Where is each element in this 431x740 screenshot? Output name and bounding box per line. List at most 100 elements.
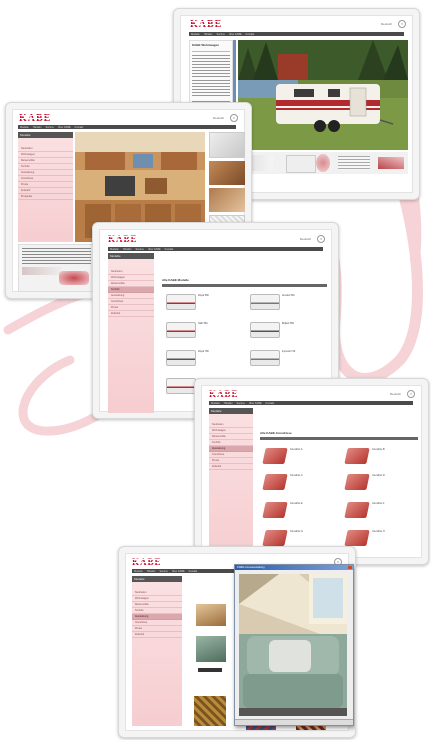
floorplan-label[interactable]: Grundriss H xyxy=(372,530,394,533)
nav-item[interactable]: Kontakt xyxy=(189,570,197,574)
nav-item[interactable]: Über KABE xyxy=(148,248,161,252)
close-icon[interactable]: × xyxy=(230,114,238,122)
nav-item[interactable]: Kontakt xyxy=(165,248,173,252)
floorplan-thumbnail[interactable] xyxy=(344,530,370,546)
caravan-thumbnail[interactable] xyxy=(166,350,196,366)
thumbnail-strip xyxy=(238,152,408,174)
nav-item[interactable]: Über KABE xyxy=(249,402,262,406)
top-nav: Modelle Händler Service Über KABE Kontakt xyxy=(18,125,236,129)
thumbnail[interactable] xyxy=(209,161,245,185)
model-label[interactable]: Ametist 540 xyxy=(282,294,304,297)
nav-item[interactable]: Händler xyxy=(123,248,132,252)
footer-promo xyxy=(18,244,95,292)
model-label[interactable]: Imperial 740 xyxy=(282,350,304,353)
floorplan-label[interactable]: Grundriss C xyxy=(290,474,312,477)
close-icon[interactable]: × xyxy=(398,20,406,28)
caravan-thumbnail[interactable] xyxy=(250,294,280,310)
thumbnail[interactable] xyxy=(338,156,370,170)
sidebar-item[interactable]: Zubehör xyxy=(132,632,182,638)
nav-item[interactable]: Über KABE xyxy=(229,33,242,37)
sidebar: Modelle Neuheiten Wohnwagen Reisemobile … xyxy=(18,132,73,242)
nav-item[interactable]: Kontakt xyxy=(266,402,274,406)
nav-item[interactable]: Modelle xyxy=(211,402,220,406)
brand-logo: KABE xyxy=(190,19,223,30)
caravan-thumbnail[interactable] xyxy=(166,322,196,338)
thumbnail[interactable] xyxy=(209,132,245,158)
nav-item[interactable]: Modelle xyxy=(110,248,119,252)
model-label[interactable]: Royal 780 xyxy=(198,350,220,353)
section-divider xyxy=(260,437,418,440)
language-switch[interactable]: Deutsch xyxy=(300,237,311,241)
fabric-thumbnail[interactable] xyxy=(194,696,226,726)
nav-item[interactable]: Service xyxy=(160,570,168,574)
sidebar-item[interactable]: Zubehör xyxy=(108,311,154,317)
thumbnail[interactable] xyxy=(316,154,330,172)
floorplan-label[interactable]: Grundriss D xyxy=(372,474,394,477)
brand-logo: KABE xyxy=(108,234,138,244)
sidebar: Modelle Neuheiten Wohnwagen Reisemobile … xyxy=(108,253,154,413)
top-nav: Modelle Händler Service Über KABE Kontakt xyxy=(209,401,413,405)
caravan-thumbnail[interactable] xyxy=(166,378,196,394)
page-frame: KABE × Modelle Händler Service Über KABE Kon… xyxy=(125,553,354,731)
floorplan-thumbnail[interactable] xyxy=(344,502,370,518)
page-frame: KABE Deutsch × Modelle Händler Service Über… xyxy=(201,385,422,558)
thumbnail[interactable] xyxy=(378,157,404,169)
nav-item[interactable]: Kontakt xyxy=(246,33,254,37)
sidebar-item[interactable]: Prospekte xyxy=(18,194,73,200)
nav-item[interactable]: Service xyxy=(237,402,245,406)
floorplan-thumbnail[interactable] xyxy=(344,474,370,490)
fabric-thumbnail[interactable] xyxy=(196,636,226,662)
nav-item[interactable]: Händler xyxy=(33,126,42,130)
section-title: Alle KABE Grundrisse xyxy=(260,431,292,435)
brand-logo: KABE xyxy=(209,389,239,399)
caravan-exterior-photo xyxy=(238,40,408,150)
language-switch[interactable]: Deutsch xyxy=(213,116,224,120)
floorplan-thumbnail[interactable] xyxy=(262,502,288,518)
close-icon[interactable]: × xyxy=(407,390,415,398)
language-switch[interactable]: Deutsch xyxy=(390,392,401,396)
floorplan-thumbnail[interactable] xyxy=(262,530,288,546)
model-label[interactable]: Safir 560 xyxy=(198,322,220,325)
fabric-thumbnail[interactable] xyxy=(198,668,222,672)
sidebar: Modelle Neuheiten Wohnwagen Reisemobile … xyxy=(132,576,182,726)
floorplan-label[interactable]: Grundriss G xyxy=(290,530,312,533)
thumbnail[interactable] xyxy=(209,188,245,212)
sidebar: Modelle Neuheiten Wohnwagen Reisemobile … xyxy=(209,408,253,558)
floorplan-thumbnail[interactable] xyxy=(262,448,288,464)
screenshot-upholstery: KABE × Modelle Händler Service Über KABE Kon… xyxy=(118,546,356,738)
nav-item[interactable]: Modelle xyxy=(20,126,29,130)
nav-item[interactable]: Händler xyxy=(204,33,213,37)
nav-item[interactable]: Service xyxy=(217,33,225,37)
nav-item[interactable]: Service xyxy=(136,248,144,252)
floorplan-thumbnail[interactable] xyxy=(262,474,288,490)
nav-item[interactable]: Händler xyxy=(147,570,156,574)
nav-item[interactable]: Händler xyxy=(224,402,233,406)
screenshot-floorplans: KABE Deutsch × Modelle Händler Service Über… xyxy=(194,378,429,565)
model-label[interactable]: Royal 560 xyxy=(198,294,220,297)
nav-item[interactable]: Kontakt xyxy=(75,126,83,130)
floorplan-label[interactable]: Grundriss B xyxy=(372,448,394,451)
caravan-thumbnail[interactable] xyxy=(166,294,196,310)
nav-item[interactable]: Service xyxy=(46,126,54,130)
close-icon[interactable]: × xyxy=(317,235,325,243)
floorplan-thumbnail[interactable] xyxy=(344,448,370,464)
brand-logo: KABE xyxy=(132,557,162,567)
popup-close-icon[interactable] xyxy=(348,566,352,569)
brand-logo: KABE xyxy=(19,113,52,124)
popup-title: KABE Innenausstattung xyxy=(235,565,353,570)
caravan-thumbnail[interactable] xyxy=(250,350,280,366)
nav-item[interactable]: Modelle xyxy=(191,33,200,37)
thumbnail[interactable] xyxy=(286,155,316,173)
model-label[interactable]: Briljant 560 xyxy=(282,322,304,325)
section-title: Alle KABE Modelle xyxy=(162,278,189,282)
fabric-thumbnail[interactable] xyxy=(196,604,226,626)
language-switch[interactable]: Deutsch xyxy=(381,22,392,26)
nav-item[interactable]: Über KABE xyxy=(172,570,185,574)
sidebar-item[interactable]: Zubehör xyxy=(209,464,253,470)
floorplan-label[interactable]: Grundriss E xyxy=(290,502,312,505)
floorplan-label[interactable]: Grundriss F xyxy=(372,502,394,505)
caravan-thumbnail[interactable] xyxy=(250,322,280,338)
nav-item[interactable]: Über KABE xyxy=(58,126,71,130)
nav-item[interactable]: Modelle xyxy=(134,570,143,574)
floorplan-label[interactable]: Grundriss A xyxy=(290,448,312,451)
